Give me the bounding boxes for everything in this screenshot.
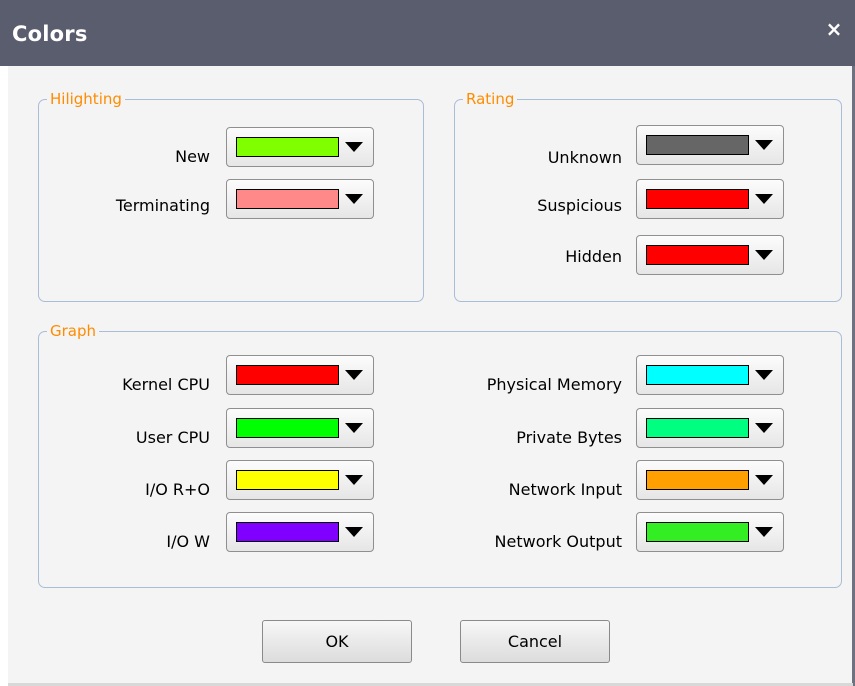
network-output-color-swatch xyxy=(646,522,749,542)
dropdown-arrow-icon xyxy=(755,527,773,537)
unknown-label: Unknown xyxy=(547,148,622,167)
user-cpu-color-picker[interactable] xyxy=(226,408,374,448)
dropdown-arrow-icon xyxy=(755,475,773,485)
dropdown-arrow-icon xyxy=(345,370,363,380)
unknown-color-picker[interactable] xyxy=(636,125,784,165)
close-icon[interactable]: × xyxy=(823,14,845,44)
new-color-swatch xyxy=(236,137,339,157)
physical-memory-color-swatch xyxy=(646,365,749,385)
private-bytes-color-swatch xyxy=(646,418,749,438)
network-output-label: Network Output xyxy=(494,532,622,551)
physical-memory-color-picker[interactable] xyxy=(636,355,784,395)
physical-memory-label: Physical Memory xyxy=(486,375,622,394)
dropdown-arrow-icon xyxy=(345,423,363,433)
kernel-cpu-color-picker[interactable] xyxy=(226,355,374,395)
title-bar[interactable]: Colors × xyxy=(0,0,855,66)
hidden-label: Hidden xyxy=(565,247,622,266)
dropdown-arrow-icon xyxy=(755,423,773,433)
io-w-color-swatch xyxy=(236,522,339,542)
hidden-color-picker[interactable] xyxy=(636,235,784,275)
private-bytes-color-picker[interactable] xyxy=(636,408,784,448)
dropdown-arrow-icon xyxy=(755,194,773,204)
colors-dialog: Colors × Hilighting New Terminating Rati… xyxy=(0,0,855,686)
io-w-color-picker[interactable] xyxy=(226,512,374,552)
dropdown-arrow-icon xyxy=(345,527,363,537)
kernel-cpu-color-swatch xyxy=(236,365,339,385)
suspicious-label: Suspicious xyxy=(537,196,622,215)
io-ro-color-swatch xyxy=(236,470,339,490)
new-label: New xyxy=(175,147,210,166)
hidden-color-swatch xyxy=(646,245,749,265)
network-output-color-picker[interactable] xyxy=(636,512,784,552)
suspicious-color-picker[interactable] xyxy=(636,179,784,219)
network-input-color-swatch xyxy=(646,470,749,490)
kernel-cpu-label: Kernel CPU xyxy=(122,375,210,394)
dropdown-arrow-icon xyxy=(345,194,363,204)
user-cpu-color-swatch xyxy=(236,418,339,438)
terminating-color-swatch xyxy=(236,189,339,209)
hilighting-legend: Hilighting xyxy=(47,89,125,109)
graph-legend: Graph xyxy=(47,321,100,341)
cancel-button[interactable]: Cancel xyxy=(460,620,610,663)
dropdown-arrow-icon xyxy=(755,370,773,380)
ok-button[interactable]: OK xyxy=(262,620,412,663)
private-bytes-label: Private Bytes xyxy=(516,428,622,447)
io-ro-label: I/O R+O xyxy=(145,480,210,499)
network-input-label: Network Input xyxy=(508,480,622,499)
user-cpu-label: User CPU xyxy=(135,428,210,447)
dropdown-arrow-icon xyxy=(755,250,773,260)
terminating-color-picker[interactable] xyxy=(226,179,374,219)
io-w-label: I/O W xyxy=(166,532,210,551)
dialog-title: Colors xyxy=(12,22,88,46)
rating-legend: Rating xyxy=(463,89,518,109)
terminating-label: Terminating xyxy=(115,196,210,215)
suspicious-color-swatch xyxy=(646,189,749,209)
dropdown-arrow-icon xyxy=(755,140,773,150)
dropdown-arrow-icon xyxy=(345,142,363,152)
network-input-color-picker[interactable] xyxy=(636,460,784,500)
io-ro-color-picker[interactable] xyxy=(226,460,374,500)
new-color-picker[interactable] xyxy=(226,127,374,167)
unknown-color-swatch xyxy=(646,135,749,155)
dropdown-arrow-icon xyxy=(345,475,363,485)
